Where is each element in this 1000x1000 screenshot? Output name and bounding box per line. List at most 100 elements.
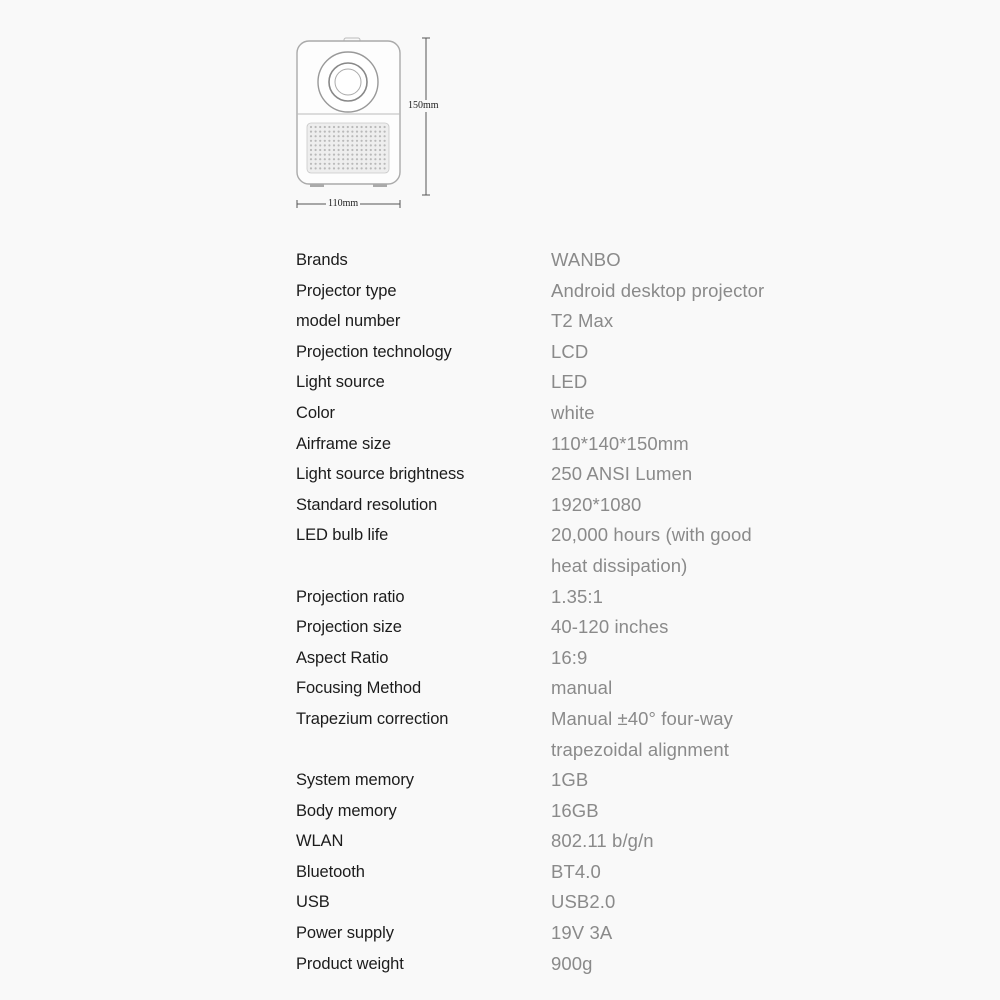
grille-dot: [374, 135, 377, 138]
grille-dot: [360, 139, 363, 142]
grille-dot: [323, 130, 326, 133]
grille-dot: [332, 153, 336, 156]
spec-row: WLAN 802.11 b/g/n: [296, 826, 896, 857]
spec-row: USB USB2.0: [296, 887, 896, 918]
spec-value-line: 110*140*150mm: [551, 432, 689, 454]
spec-value-line: 1920*1080: [551, 493, 642, 515]
grille-dot: [323, 148, 326, 152]
grille-dot: [351, 125, 354, 129]
grille-dot: [355, 167, 359, 170]
spec-label: Light source brightness: [296, 465, 465, 484]
grille-dot: [342, 162, 345, 165]
spec-label: Projection size: [296, 618, 402, 637]
grille-dot: [319, 130, 322, 133]
grille-dot: [328, 167, 331, 170]
grille-dot: [332, 162, 336, 165]
spec-value: 16GB: [551, 796, 801, 827]
grille-dot: [383, 162, 386, 165]
grille-dot: [323, 139, 326, 142]
grille-dot: [383, 130, 386, 133]
spec-value: USB2.0: [551, 887, 801, 918]
grille-dot: [337, 158, 340, 161]
spec-label: Trapezium correction: [296, 709, 449, 728]
grille-dot: [346, 125, 349, 129]
spec-value: 19V 3A: [551, 918, 801, 949]
grille-dot: [365, 125, 368, 129]
grille-dot: [346, 153, 349, 156]
projector-dimension-diagram: 150mm 110mm: [280, 30, 480, 220]
grille-dot: [360, 167, 363, 170]
spec-row: Projection size 40-120 inches: [296, 612, 896, 643]
grille-dot: [323, 162, 326, 165]
grille-dot: [374, 130, 377, 133]
grille-dot: [328, 125, 331, 129]
grille-dot: [383, 153, 386, 156]
spec-row: LED bulb life 20,000 hours (with good heat…: [296, 520, 896, 581]
grille-dot: [374, 148, 377, 152]
spec-row: Aspect Ratio 16:9: [296, 643, 896, 674]
spec-label: LED bulb life: [296, 526, 389, 545]
grille-dot: [351, 148, 354, 152]
grille-dot: [351, 139, 354, 142]
grille-dot: [323, 135, 326, 138]
grille-dot: [346, 130, 349, 133]
grille-dot: [309, 130, 313, 133]
spec-value-line: 250 ANSI Lumen: [551, 463, 693, 485]
grille-dot: [346, 158, 349, 161]
spec-row: Projector type Android desktop projector: [296, 276, 896, 307]
grille-dot: [319, 162, 322, 165]
spec-row: Product weight 900g: [296, 949, 896, 980]
grille-dot: [309, 144, 313, 147]
grille-dot: [332, 135, 336, 138]
grille-dot: [314, 144, 317, 147]
spec-value-line: Android desktop projector: [551, 279, 765, 301]
spec-value: 20,000 hours (with good heat dissipation): [551, 520, 801, 581]
grille-dot: [328, 148, 331, 152]
grille-dot: [369, 139, 372, 142]
grille-dot: [337, 162, 340, 165]
spec-value: Manual ±40° four-way trapezoidal alignmen…: [551, 704, 801, 765]
grille-dot: [351, 135, 354, 138]
spec-label: Focusing Method: [296, 679, 422, 698]
spec-value-line: 16GB: [551, 799, 599, 821]
grille-dot: [365, 148, 368, 152]
spec-label: model number: [296, 312, 401, 331]
grille-dot: [337, 148, 340, 152]
grille-dot: [332, 125, 336, 129]
grille-dot: [332, 130, 336, 133]
grille-dot: [374, 158, 377, 161]
spec-label: Body memory: [296, 801, 397, 820]
grille-dot: [309, 158, 313, 161]
spec-value: BT4.0: [551, 857, 801, 888]
spec-row: Light source LED: [296, 367, 896, 398]
grille-dot: [365, 158, 368, 161]
spec-value: 40-120 inches: [551, 612, 801, 643]
spec-label: Product weight: [296, 954, 404, 973]
grille-dot: [351, 144, 354, 147]
spec-value-line: BT4.0: [551, 860, 601, 882]
spec-value: white: [551, 398, 801, 429]
grille-dot: [374, 153, 377, 156]
spec-value: 1920*1080: [551, 490, 801, 521]
grille-dot: [374, 162, 377, 165]
grille-dot: [351, 130, 354, 133]
grille-dot: [328, 158, 331, 161]
spec-row: Color white: [296, 398, 896, 429]
grille-dot: [323, 144, 326, 147]
spec-label: Projector type: [296, 281, 397, 300]
grille-dot: [323, 158, 326, 161]
spec-label: Color: [296, 403, 335, 422]
spec-value: 1GB: [551, 765, 801, 796]
grille-dot: [337, 135, 340, 138]
grille-dot: [369, 135, 372, 138]
spec-row: Light source brightness 250 ANSI Lumen: [296, 459, 896, 490]
grille-dot: [378, 144, 382, 147]
spec-row: Projection technology LCD: [296, 337, 896, 368]
grille-dot: [314, 130, 317, 133]
grille-dot: [351, 153, 354, 156]
grille-dot: [369, 153, 372, 156]
spec-label: Projection technology: [296, 342, 452, 361]
spec-value: Android desktop projector: [551, 276, 801, 307]
grille-dot: [355, 125, 359, 129]
spec-row: Projection ratio 1.35:1: [296, 582, 896, 613]
